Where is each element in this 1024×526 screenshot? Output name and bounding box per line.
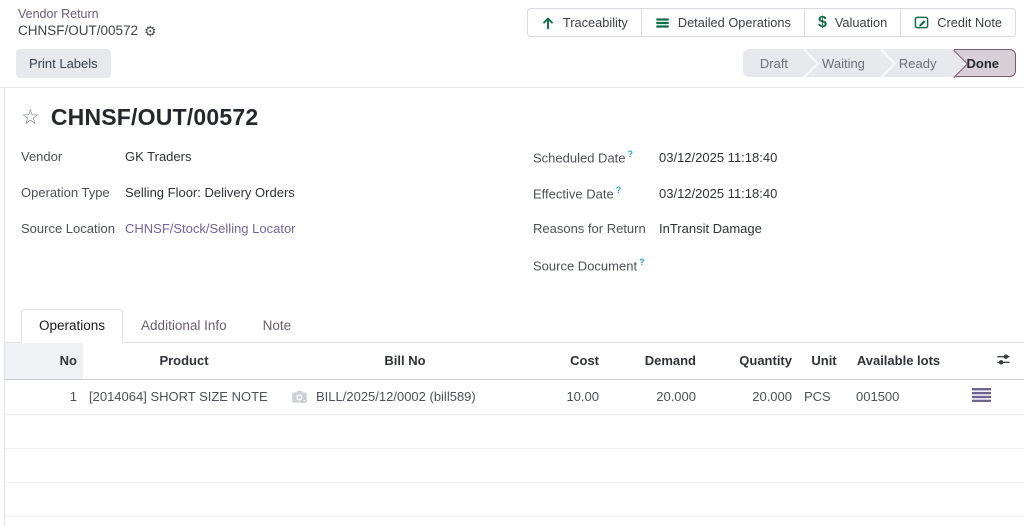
- col-product[interactable]: Product: [83, 343, 285, 380]
- tab-additional-info[interactable]: Additional Info: [123, 309, 245, 343]
- credit-note-label: Credit Note: [937, 15, 1002, 30]
- empty-row: [5, 516, 1024, 526]
- cell-product: [2014064] SHORT SIZE NOTE: [83, 379, 285, 415]
- col-demand[interactable]: Demand: [605, 343, 702, 380]
- cell-no: 1: [5, 379, 83, 415]
- dollar-icon: $: [817, 13, 827, 31]
- breadcrumb-current: CHNSF/OUT/00572: [18, 22, 139, 38]
- print-labels-button[interactable]: Print Labels: [16, 48, 111, 78]
- field-group: Vendor GK Traders Operation Type Selling…: [21, 149, 1008, 293]
- stage-draft[interactable]: Draft: [743, 49, 805, 77]
- help-icon[interactable]: ?: [639, 257, 645, 267]
- statusbar: Draft Waiting Ready Done: [742, 49, 1016, 77]
- favorite-star-icon[interactable]: ☆: [21, 107, 40, 128]
- detailed-operations-label: Detailed Operations: [677, 15, 791, 30]
- traceability-label: Traceability: [562, 15, 628, 30]
- col-available-lots[interactable]: Available lots: [850, 343, 947, 380]
- cell-demand: 20.000: [605, 379, 702, 415]
- camera-icon[interactable]: [291, 390, 308, 404]
- empty-row: [5, 414, 1024, 449]
- document-title: CHNSF/OUT/00572: [50, 104, 259, 130]
- field-effective-date: Effective Date? 03/12/2025 11:18:40: [533, 185, 1003, 221]
- effective-date-value: 03/12/2025 11:18:40: [659, 186, 778, 202]
- top-bar: Vendor Return CHNSF/OUT/00572 ⚙ Traceabi…: [0, 0, 1024, 42]
- form-sheet: ☆ CHNSF/OUT/00572 Vendor GK Traders Oper…: [4, 88, 1024, 526]
- field-source-location: Source Location CHNSF/Stock/Selling Loca…: [21, 221, 521, 257]
- field-source-document: Source Document?: [533, 257, 1003, 293]
- cell-bill-no: BILL/2025/12/0002 (bill589): [285, 379, 525, 415]
- tab-operations[interactable]: Operations: [21, 309, 124, 343]
- field-vendor: Vendor GK Traders: [21, 149, 521, 185]
- help-icon[interactable]: ?: [616, 185, 622, 195]
- col-bill-no[interactable]: Bill No: [285, 343, 525, 380]
- reasons-for-return-label: Reasons for Return: [533, 221, 646, 236]
- valuation-label: Valuation: [834, 15, 888, 30]
- source-location-link[interactable]: CHNSF/Stock/Selling Locator: [125, 221, 296, 236]
- table-row[interactable]: 1 [2014064] SHORT SIZE NOTE BILL/2025/12…: [5, 379, 1024, 415]
- empty-row: [5, 482, 1024, 517]
- help-icon[interactable]: ?: [628, 149, 634, 159]
- breadcrumb: Vendor Return CHNSF/OUT/00572 ⚙: [18, 7, 157, 40]
- source-document-label: Source Document?: [533, 257, 645, 274]
- operations-table: No Product Bill No Cost Demand Quantity …: [5, 343, 1024, 526]
- field-reasons-for-return: Reasons for Return InTransit Damage: [533, 221, 1003, 257]
- vendor-value: GK Traders: [125, 149, 192, 164]
- cell-cost: 10.00: [525, 379, 605, 415]
- scheduled-date-value: 03/12/2025 11:18:40: [659, 150, 778, 166]
- bill-no-text: BILL/2025/12/0002 (bill589): [316, 389, 476, 404]
- cell-quantity: 20.000: [702, 379, 798, 415]
- tab-note[interactable]: Note: [245, 309, 310, 343]
- reasons-for-return-value: InTransit Damage: [659, 221, 762, 236]
- optional-columns-button[interactable]: [947, 343, 1024, 380]
- table-header-row: No Product Bill No Cost Demand Quantity …: [5, 343, 1024, 380]
- sliders-icon: [996, 352, 1011, 367]
- detailed-operations-button[interactable]: Detailed Operations: [640, 8, 805, 37]
- scheduled-date-label: Scheduled Date?: [533, 149, 634, 166]
- empty-row: [5, 448, 1024, 483]
- detailed-list-icon: [972, 388, 991, 402]
- smart-button-group: Traceability Detailed Operations $ Valua…: [526, 8, 1016, 37]
- field-scheduled-date: Scheduled Date? 03/12/2025 11:18:40: [533, 149, 1003, 185]
- control-panel: Print Labels Draft Waiting Ready Done: [0, 42, 1024, 88]
- field-operation-type: Operation Type Selling Floor: Delivery O…: [21, 185, 521, 221]
- breadcrumb-parent[interactable]: Vendor Return: [18, 7, 157, 23]
- cell-available-lots: 001500: [850, 379, 947, 415]
- source-location-label: Source Location: [21, 221, 115, 236]
- operation-type-label: Operation Type: [21, 185, 110, 200]
- effective-date-label: Effective Date?: [533, 185, 622, 202]
- notebook-tabs: Operations Additional Info Note: [5, 293, 1024, 343]
- gear-icon[interactable]: ⚙: [144, 24, 157, 38]
- row-detailed-operations-button[interactable]: [947, 379, 1024, 415]
- valuation-button[interactable]: $ Valuation: [803, 8, 902, 37]
- col-no[interactable]: No: [5, 343, 83, 380]
- credit-note-button[interactable]: Credit Note: [900, 8, 1016, 37]
- edit-note-icon: [914, 15, 929, 30]
- operation-type-value: Selling Floor: Delivery Orders: [125, 185, 295, 200]
- col-unit[interactable]: Unit: [798, 343, 850, 380]
- col-quantity[interactable]: Quantity: [702, 343, 798, 380]
- vendor-label: Vendor: [21, 149, 63, 164]
- list-icon: [655, 16, 670, 30]
- cell-unit: PCS: [798, 379, 850, 415]
- traceability-button[interactable]: Traceability: [526, 8, 642, 37]
- col-cost[interactable]: Cost: [525, 343, 605, 380]
- arrow-up-icon: [541, 16, 555, 30]
- stage-done-active[interactable]: Done: [953, 49, 1016, 77]
